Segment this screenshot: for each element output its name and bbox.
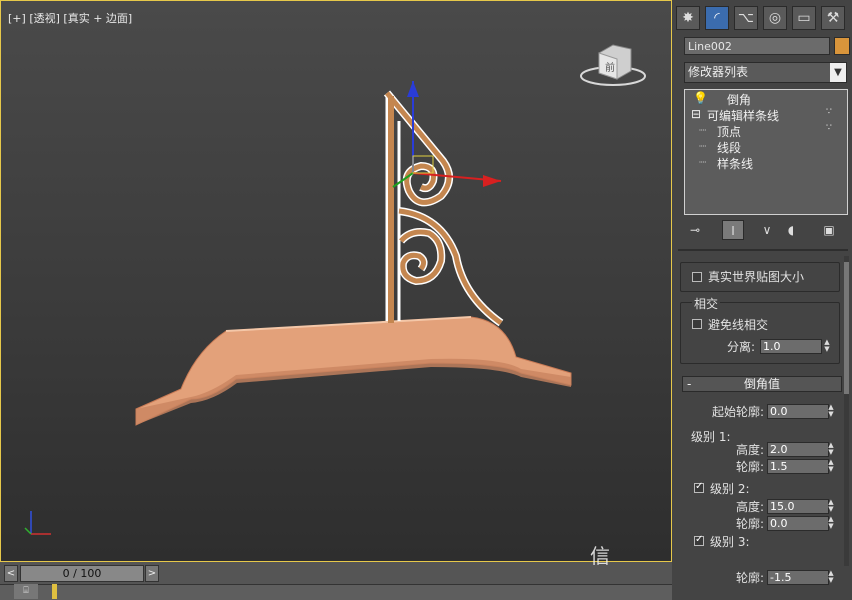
stack-item-segment[interactable]: 线段 <box>717 139 741 156</box>
tree-line: ┈ <box>699 123 707 137</box>
stack-item-bevel[interactable]: 倒角 <box>727 91 751 108</box>
chevron-down-icon[interactable]: ▼ <box>830 63 846 82</box>
tree-line: ┈ <box>699 139 707 153</box>
time-marker <box>52 584 57 599</box>
tree-line: ┈ <box>699 155 707 169</box>
watermark-text: 信 <box>590 544 610 568</box>
time-slider[interactable]: 0 / 100 <box>20 565 144 582</box>
configure-modifier-sets-icon[interactable]: ▣ <box>818 220 840 240</box>
motion-tab-icon[interactable]: ◎ <box>763 6 787 30</box>
hierarchy-tab-icon[interactable]: ⌥ <box>734 6 758 30</box>
timeline-next-button[interactable]: > <box>145 565 159 582</box>
level2-outline-spinner[interactable]: 0.0 <box>767 516 829 531</box>
real-world-map-checkbox[interactable] <box>692 272 702 282</box>
spinner-arrows-icon[interactable]: ▲ ▼ <box>826 516 836 531</box>
create-tab-sun-icon[interactable]: ✸ <box>676 6 700 30</box>
separation-spinner[interactable]: 1.0 <box>760 339 822 354</box>
modifier-list-label: 修改器列表 <box>688 65 749 79</box>
spinner-arrows-icon[interactable]: ▲ ▼ <box>822 339 832 354</box>
level1-outline-spinner[interactable]: 1.5 <box>767 459 829 474</box>
subobject-dots-icon: ∵ <box>826 107 832 117</box>
make-unique-icon[interactable]: ∨ <box>756 220 778 240</box>
bevel-values-rollout-header[interactable]: - 倒角值 <box>682 376 842 392</box>
level3-label: 级别 3: <box>710 535 750 549</box>
level1-label: 级别 1: <box>691 430 731 444</box>
bracket-mesh[interactable] <box>383 90 504 327</box>
command-panel: ✸ ◜ ⌥ ◎ ▭ ⚒ Line002 修改器列表 ▼ 💡 倒角 ⊟ 可编辑样条… <box>672 0 852 599</box>
stack-item-vertex[interactable]: 顶点 <box>717 123 741 140</box>
remove-modifier-icon[interactable]: ◖ <box>780 220 802 240</box>
pin-stack-icon[interactable]: ⊸ <box>684 220 706 240</box>
watermark-overlay: 信 <box>590 540 610 569</box>
divider <box>678 249 848 251</box>
real-world-map-label: 真实世界贴图大小 <box>708 270 805 284</box>
bevel-values-title: 倒角值 <box>743 377 780 391</box>
spinner-arrows-icon[interactable]: ▲ ▼ <box>826 404 836 419</box>
object-color-swatch[interactable] <box>834 37 850 55</box>
timeline-track[interactable] <box>0 584 672 600</box>
level1-height-label: 高度: <box>736 443 765 457</box>
svg-text:前: 前 <box>605 61 615 74</box>
display-tab-icon[interactable]: ▭ <box>792 6 816 30</box>
spinner-arrows-icon[interactable]: ▲ ▼ <box>826 459 836 474</box>
stack-item-spline[interactable]: 样条线 <box>717 155 753 172</box>
viewcube[interactable]: 前 <box>580 44 646 86</box>
level2-height-label: 高度: <box>736 500 765 514</box>
level2-outline-label: 轮廓: <box>736 517 765 531</box>
stack-item-editable-spline[interactable]: 可编辑样条线 <box>707 107 779 124</box>
avoid-intersect-checkbox[interactable] <box>692 319 702 329</box>
panel-scroll-thumb[interactable] <box>844 262 849 394</box>
scene-canvas: 前 <box>24 44 646 535</box>
separation-label: 分离: <box>727 340 756 354</box>
level3-outline-spinner[interactable]: -1.5 <box>767 570 829 585</box>
level2-checkbox[interactable] <box>694 481 704 493</box>
subobject-dots-icon: ∵ <box>826 123 832 133</box>
avoid-intersect-label: 避免线相交 <box>708 318 769 332</box>
level3-checkbox[interactable] <box>694 534 704 546</box>
modifier-list-dropdown[interactable]: 修改器列表 ▼ <box>684 62 847 83</box>
modify-tab-icon[interactable]: ◜ <box>705 6 729 30</box>
level1-outline-label: 轮廓: <box>736 460 765 474</box>
spinner-arrows-icon[interactable]: ▲ ▼ <box>826 442 836 457</box>
collapse-toggle-icon[interactable]: ⊟ <box>691 107 701 121</box>
object-name-field[interactable]: Line002 <box>684 37 830 55</box>
level3-outline-label: 轮廓: <box>736 571 765 585</box>
modifier-stack[interactable]: 💡 倒角 ⊟ 可编辑样条线 ∵ ┈ 顶点 ∵ ┈ 线段 ┈ 样条线 <box>684 89 848 215</box>
utilities-tab-icon[interactable]: ⚒ <box>821 6 845 30</box>
timeline: < 0 / 100 > ⌸ <box>0 562 672 600</box>
timeline-prev-button[interactable]: < <box>4 565 18 582</box>
intersect-group-title: 相交 <box>692 295 721 312</box>
lightbulb-icon[interactable]: 💡 <box>693 91 708 105</box>
level2-height-spinner[interactable]: 15.0 <box>767 499 829 514</box>
level1-height-spinner[interactable]: 2.0 <box>767 442 829 457</box>
key-filter-icon[interactable]: ⌸ <box>14 584 38 599</box>
show-end-result-icon[interactable]: I <box>722 220 744 240</box>
start-outline-spinner[interactable]: 0.0 <box>767 404 829 419</box>
base-mesh[interactable] <box>135 316 572 426</box>
collapse-minus-icon[interactable]: - <box>687 377 691 391</box>
axis-tripod-icon <box>24 511 51 535</box>
start-outline-label: 起始轮廓: <box>712 405 765 419</box>
stack-buttons: ⊸ I ∨ ◖ ▣ <box>682 220 850 242</box>
perspective-viewport[interactable]: [+] [透视] [真实 + 边面] 前 <box>0 0 672 562</box>
spinner-arrows-icon[interactable]: ▲ ▼ <box>826 570 836 585</box>
spinner-arrows-icon[interactable]: ▲ ▼ <box>826 499 836 514</box>
level2-label: 级别 2: <box>710 482 750 496</box>
